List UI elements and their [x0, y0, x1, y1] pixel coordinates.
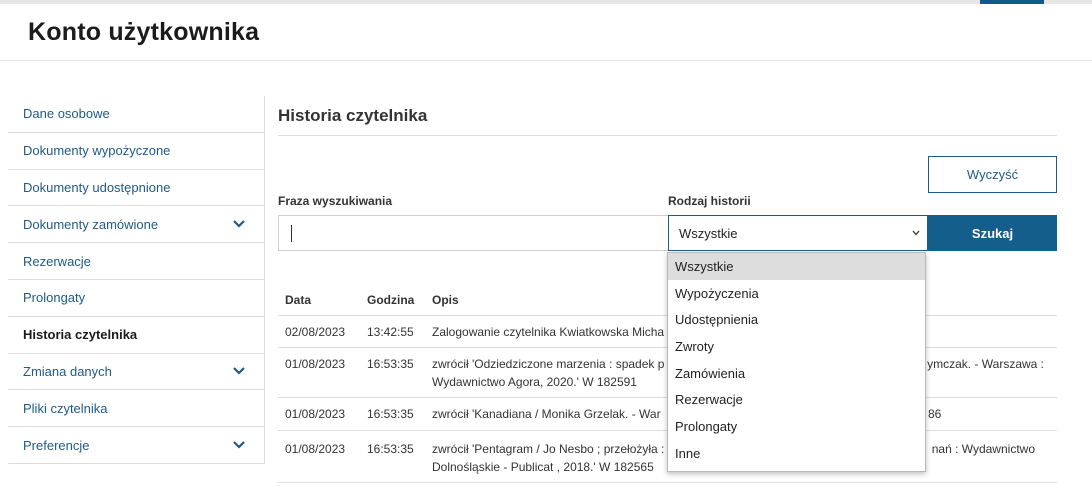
chevron-down-icon[interactable]	[232, 219, 246, 229]
cell-date: 01/08/2023	[285, 407, 346, 421]
sidebar-item-ordered[interactable]: Dokumenty zamówione	[8, 206, 264, 244]
dropdown-option-other[interactable]: Inne	[668, 440, 925, 467]
cell-date: 02/08/2023	[285, 325, 346, 339]
cell-time: 13:42:55	[367, 325, 414, 339]
page-header: Konto użytkownika	[0, 4, 1092, 61]
dropdown-option-returns[interactable]: Zwroty	[668, 333, 925, 360]
page-title: Konto użytkownika	[28, 18, 260, 46]
sidebar-item-shared[interactable]: Dokumenty udostępnione	[8, 170, 264, 207]
cell-date: 01/08/2023	[285, 442, 346, 456]
dropdown-option-shares[interactable]: Udostępnienia	[668, 306, 925, 333]
sidebar-item-label: Dane osobowe	[23, 106, 110, 122]
section-title: Historia czytelnika	[278, 96, 1057, 136]
chevron-down-icon[interactable]	[232, 440, 246, 450]
clear-button[interactable]: Wyczyść	[928, 156, 1057, 193]
cell-time: 16:53:35	[367, 442, 414, 456]
dropdown-option-renewals[interactable]: Prolongaty	[668, 413, 925, 440]
history-type-label: Rodzaj historii	[668, 194, 751, 208]
history-type-select[interactable]: Wszystkie	[668, 215, 928, 251]
sidebar-item-label: Prolongaty	[23, 290, 86, 306]
description-line: Zalogowanie czytelnika Kwiatkowska Micha	[432, 325, 665, 339]
history-type-dropdown: Wszystkie Wypożyczenia Udostępnienia Zwr…	[667, 252, 926, 472]
sidebar-item-label: Pliki czytelnika	[23, 400, 108, 416]
chevron-down-icon	[912, 230, 920, 236]
dropdown-option-all[interactable]: Wszystkie	[668, 253, 925, 280]
sidebar-item-reader-files[interactable]: Pliki czytelnika	[8, 390, 264, 428]
cell-description-tail: nań : Wydawnictwo	[931, 442, 1035, 456]
description-line: zwrócił 'Kanadiana / Monika Grzelak. - W…	[432, 407, 661, 421]
cell-time: 16:53:35	[367, 407, 414, 421]
cell-time: 16:53:35	[367, 357, 414, 371]
search-button[interactable]: Szukaj	[928, 215, 1057, 251]
sidebar-item-borrowed[interactable]: Dokumenty wypożyczone	[8, 133, 264, 170]
history-type-value: Wszystkie	[679, 225, 738, 241]
sidebar-item-personal-data[interactable]: Dane osobowe	[8, 96, 264, 133]
text-caret	[291, 225, 292, 242]
sidebar-item-label: Dokumenty zamówione	[23, 216, 159, 232]
chevron-down-icon[interactable]	[232, 366, 246, 376]
sidebar-item-label: Historia czytelnika	[23, 327, 138, 343]
history-panel: Historia czytelnika Wyczyść Fraza wyszuk…	[278, 96, 1057, 483]
sidebar-item-preferences[interactable]: Preferencje	[8, 427, 264, 464]
sidebar-item-reservations[interactable]: Rezerwacje	[8, 243, 264, 280]
sidebar-item-label: Rezerwacje	[23, 253, 91, 269]
sidebar-item-label: Preferencje	[23, 437, 90, 453]
sidebar-item-label: Zmiana danych	[23, 363, 112, 379]
account-sidebar: Dane osobowe Dokumenty wypożyczone Dokum…	[8, 96, 265, 464]
search-phrase-label: Fraza wyszukiwania	[278, 194, 393, 208]
sidebar-item-label: Dokumenty udostępnione	[23, 179, 171, 195]
column-header-time: Godzina	[367, 293, 415, 307]
sidebar-item-label: Dokumenty wypożyczone	[23, 143, 171, 159]
dropdown-option-reservations[interactable]: Rezerwacje	[668, 386, 925, 413]
sidebar-item-renewals[interactable]: Prolongaty	[8, 280, 264, 317]
cell-description-tail: 86	[928, 407, 942, 421]
sidebar-item-change-data[interactable]: Zmiana danych	[8, 354, 264, 391]
dropdown-option-loans[interactable]: Wypożyczenia	[668, 280, 925, 307]
sidebar-item-reader-history[interactable]: Historia czytelnika	[8, 317, 264, 354]
cell-date: 01/08/2023	[285, 357, 346, 371]
dropdown-option-orders[interactable]: Zamówienia	[668, 360, 925, 387]
cell-description-tail: ymczak. - Warszawa :	[927, 357, 1044, 371]
search-phrase-input[interactable]	[278, 215, 668, 251]
column-header-date: Data	[285, 293, 312, 307]
